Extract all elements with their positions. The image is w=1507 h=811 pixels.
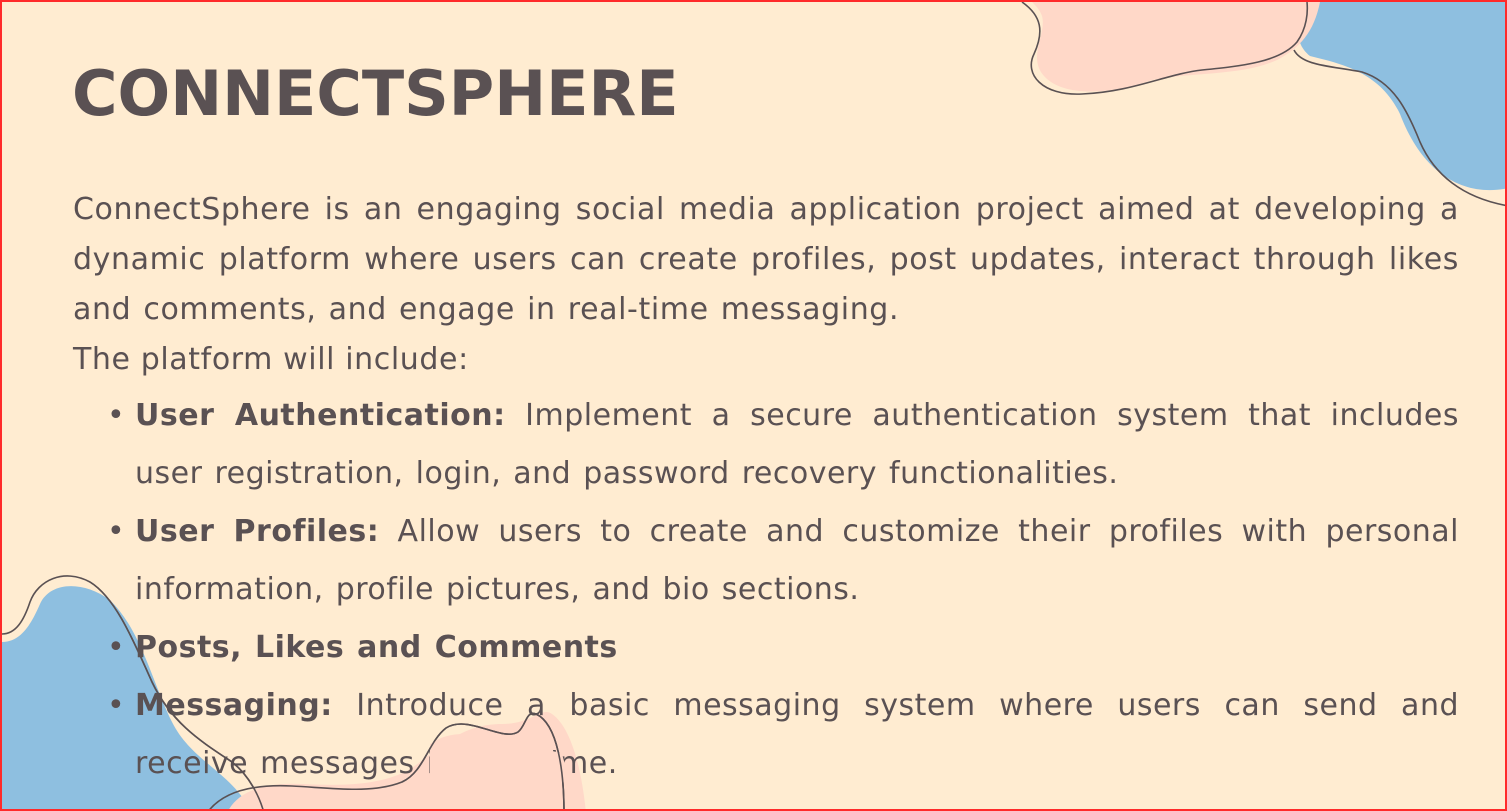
feature-list: • User Authentication: Implement a secure… xyxy=(73,387,1459,793)
intro-paragraph: ConnectSphere is an engaging social medi… xyxy=(73,192,1459,327)
slide: CONNECTSPHERE ConnectSphere is an engagi… xyxy=(0,0,1507,811)
pink-blob-top-right xyxy=(1032,2,1320,92)
feature-name: Posts, Likes and Comments xyxy=(135,630,618,665)
bullet-icon: • xyxy=(107,398,126,433)
feature-name: User Profiles: xyxy=(135,514,380,549)
feature-text: Introduce a basic messaging system where… xyxy=(135,688,1459,781)
list-item: • Messaging: Introduce a basic messaging … xyxy=(107,677,1459,793)
bullet-icon: • xyxy=(107,688,126,723)
page-title: CONNECTSPHERE xyxy=(72,57,679,130)
list-item: • User Profiles: Allow users to create an… xyxy=(107,503,1459,619)
feature-name: User Authentication: xyxy=(135,398,506,433)
content-body: ConnectSphere is an engaging social medi… xyxy=(73,185,1459,793)
bullet-icon: • xyxy=(107,514,126,549)
features-lead: The platform will include: xyxy=(73,342,469,377)
feature-name: Messaging: xyxy=(135,688,333,723)
list-item: • Posts, Likes and Comments xyxy=(107,619,1459,677)
bullet-icon: • xyxy=(107,630,126,665)
blue-blob-top-right xyxy=(1297,2,1505,191)
list-item: • User Authentication: Implement a secure… xyxy=(107,387,1459,503)
